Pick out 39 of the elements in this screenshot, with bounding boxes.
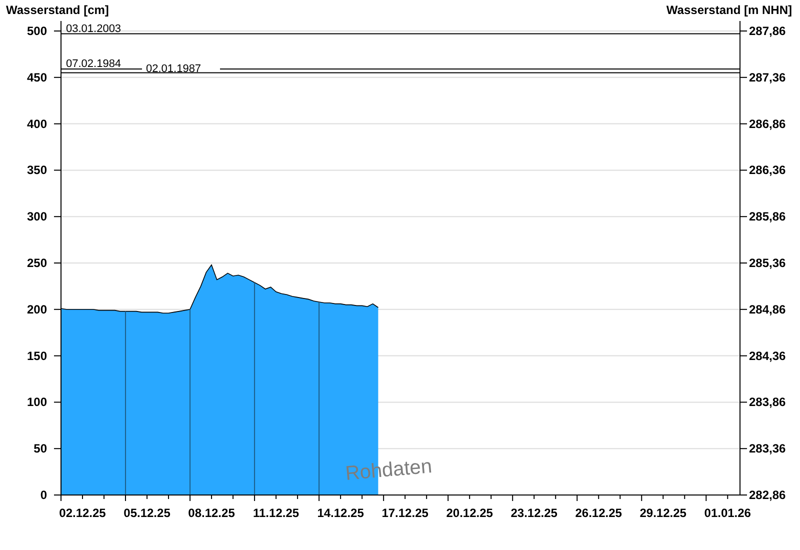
axis-tick-label: 400	[26, 116, 47, 131]
axis-tick-label: 286,86	[749, 116, 786, 131]
axis-tick-label: 0	[40, 488, 47, 502]
axis-tick-label: 300	[26, 210, 47, 224]
axis-tick-label: 284,86	[749, 302, 786, 316]
axis-tick-label: 450	[26, 70, 47, 84]
axis-tick-label: 20.12.25	[446, 506, 493, 520]
axis-tick-label: 02.12.25	[59, 506, 106, 520]
reference-date-label: 07.02.1984	[66, 58, 122, 70]
axis-tick-label: 287,36	[749, 70, 786, 84]
axis-tick-label: 08.12.25	[188, 506, 235, 520]
axis-tick-label: 250	[26, 256, 47, 270]
raw-data-label: Rohdaten	[344, 456, 433, 485]
axis-tick-label: 287,86	[749, 24, 786, 38]
axis-tick-label: 01.01.26	[704, 506, 751, 520]
axis-tick-label: 150	[26, 348, 47, 363]
axis-tick-label: 100	[26, 395, 47, 410]
axis-tick-label: 283,36	[749, 442, 786, 456]
axis-tick-label: 26.12.25	[575, 506, 622, 520]
axis-tick-label: 11.12.25	[253, 506, 300, 520]
axis-tick-label: 50	[34, 442, 47, 456]
axis-tick-label: 284,36	[749, 348, 786, 363]
axis-tick-label: 29.12.25	[640, 506, 686, 520]
axis-tick-label: 200	[26, 302, 47, 316]
reference-date-label: 02.01.1987	[146, 62, 202, 75]
axis-tick-label: 23.12.25	[510, 506, 558, 520]
axis-tick-label: 283,86	[749, 395, 786, 410]
axis-tick-label: 286,36	[749, 163, 786, 178]
axis-tick-label: 05.12.25	[124, 506, 170, 520]
left-axis-title: Wasserstand [cm]	[6, 3, 109, 17]
axis-tick-label: 285,36	[749, 256, 786, 270]
axis-tick-label: 14.12.25	[317, 506, 364, 520]
axis-tick-label: 285,86	[749, 210, 786, 224]
reference-date-label: 03.01.2003	[66, 22, 122, 35]
axis-tick-label: 350	[26, 163, 47, 178]
axis-tick-label: 500	[26, 24, 47, 38]
right-axis-title: Wasserstand [m NHN]	[666, 3, 792, 17]
axis-tick-label: 282,86	[749, 488, 786, 502]
axis-tick-label: 17.12.25	[382, 506, 428, 520]
